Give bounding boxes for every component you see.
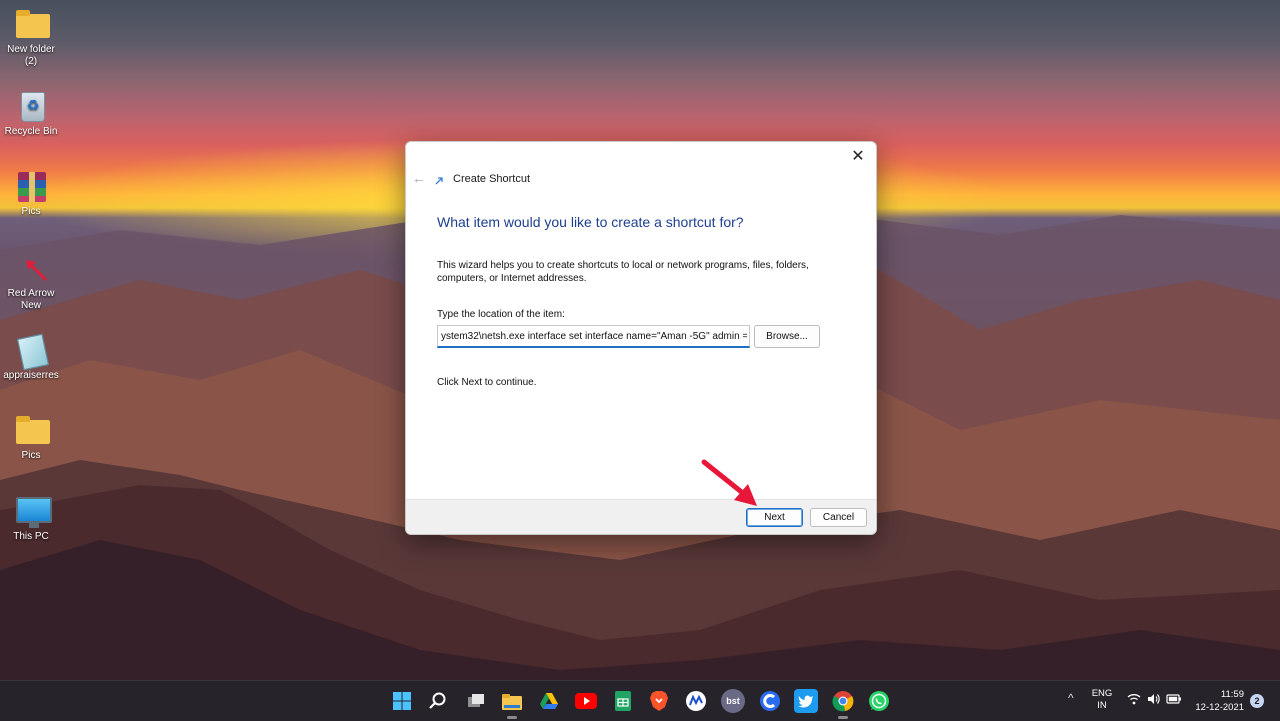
desktop-icon-label: This PC [13, 531, 49, 542]
bst-icon[interactable]: bst [721, 689, 745, 713]
dialog-title: Create Shortcut [453, 173, 531, 185]
google-drive-icon[interactable] [537, 689, 561, 713]
red-arrow-icon [14, 252, 48, 284]
chrome-icon[interactable] [831, 689, 855, 719]
language-region: IN [1097, 700, 1107, 711]
task-view-icon[interactable] [464, 689, 488, 713]
wizard-heading: What item would you like to create a sho… [437, 214, 744, 230]
wifi-icon[interactable] [1127, 693, 1141, 708]
desktop-icon-pics-folder[interactable]: Pics [0, 414, 62, 462]
language-code: ENG [1091, 688, 1113, 699]
google-sheets-icon[interactable] [611, 689, 635, 713]
desktop-icon-label: appraiserres [3, 370, 59, 381]
search-icon[interactable] [426, 689, 450, 713]
clock[interactable]: 11:59 12-12-2021 [1192, 688, 1244, 714]
coinmarketcap-icon[interactable] [684, 689, 708, 713]
ccleaner-icon[interactable] [758, 689, 782, 713]
next-button[interactable]: Next [746, 508, 803, 527]
show-hidden-icons-chevron-icon[interactable]: ^ [1068, 691, 1074, 705]
desktop-icon-recycle-bin[interactable]: ♻ Recycle Bin [0, 90, 62, 138]
folder-icon [14, 8, 50, 40]
create-shortcut-dialog: ✕ ← Create Shortcut What item would you … [405, 141, 877, 535]
back-arrow-icon[interactable]: ← [412, 170, 426, 186]
desktop-icon-label: New folder (2) [7, 44, 55, 67]
clock-date: 12-12-2021 [1195, 702, 1244, 713]
pointer-arrow-icon [701, 459, 757, 506]
cancel-button[interactable]: Cancel [810, 508, 867, 527]
wizard-description: This wizard helps you to create shortcut… [437, 260, 809, 284]
desktop-icon-label: Red Arrow New [7, 288, 55, 311]
desktop-icon-this-pc[interactable]: This PC [0, 495, 62, 543]
location-input[interactable] [437, 325, 750, 348]
folder-icon [14, 414, 50, 446]
desktop-icon-label: Recycle Bin [4, 126, 58, 137]
battery-icon[interactable] [1166, 693, 1182, 708]
whatsapp-icon[interactable] [867, 689, 891, 713]
volume-icon[interactable] [1147, 693, 1161, 708]
desktop-icon-label: Pics [21, 206, 41, 217]
desktop-icon-red-arrow[interactable]: Red Arrow New [0, 252, 62, 312]
shortcut-wizard-icon [435, 176, 444, 187]
dialog-footer: Next Cancel [406, 499, 876, 534]
language-indicator[interactable]: ENG IN [1090, 688, 1114, 712]
desktop-icon-pics-archive[interactable]: Pics [0, 170, 62, 218]
start-icon[interactable] [390, 689, 414, 713]
document-icon [14, 333, 50, 371]
winrar-icon [14, 170, 48, 202]
recycle-bin-icon: ♻ [14, 90, 48, 122]
twitter-icon[interactable] [794, 689, 818, 713]
active-indicator [838, 716, 848, 719]
file-explorer-icon[interactable] [500, 689, 524, 719]
active-indicator [507, 716, 517, 719]
clock-time: 11:59 [1220, 689, 1244, 700]
taskbar: bst ^ ENG IN 11:59 12-12-2021 2 [0, 680, 1280, 721]
close-button[interactable]: ✕ [846, 146, 870, 168]
notification-badge[interactable]: 2 [1250, 694, 1264, 708]
youtube-icon[interactable] [574, 689, 598, 713]
monitor-icon [14, 495, 52, 528]
desktop-icon-label: Pics [21, 450, 41, 461]
continue-hint: Click Next to continue. [437, 377, 537, 388]
location-label: Type the location of the item: [437, 309, 565, 320]
brave-icon[interactable] [647, 689, 671, 713]
desktop-icon-new-folder[interactable]: New folder (2) [0, 8, 62, 68]
desktop-icon-appraiserres[interactable]: appraiserres [0, 333, 62, 382]
browse-button[interactable]: Browse... [754, 325, 820, 348]
